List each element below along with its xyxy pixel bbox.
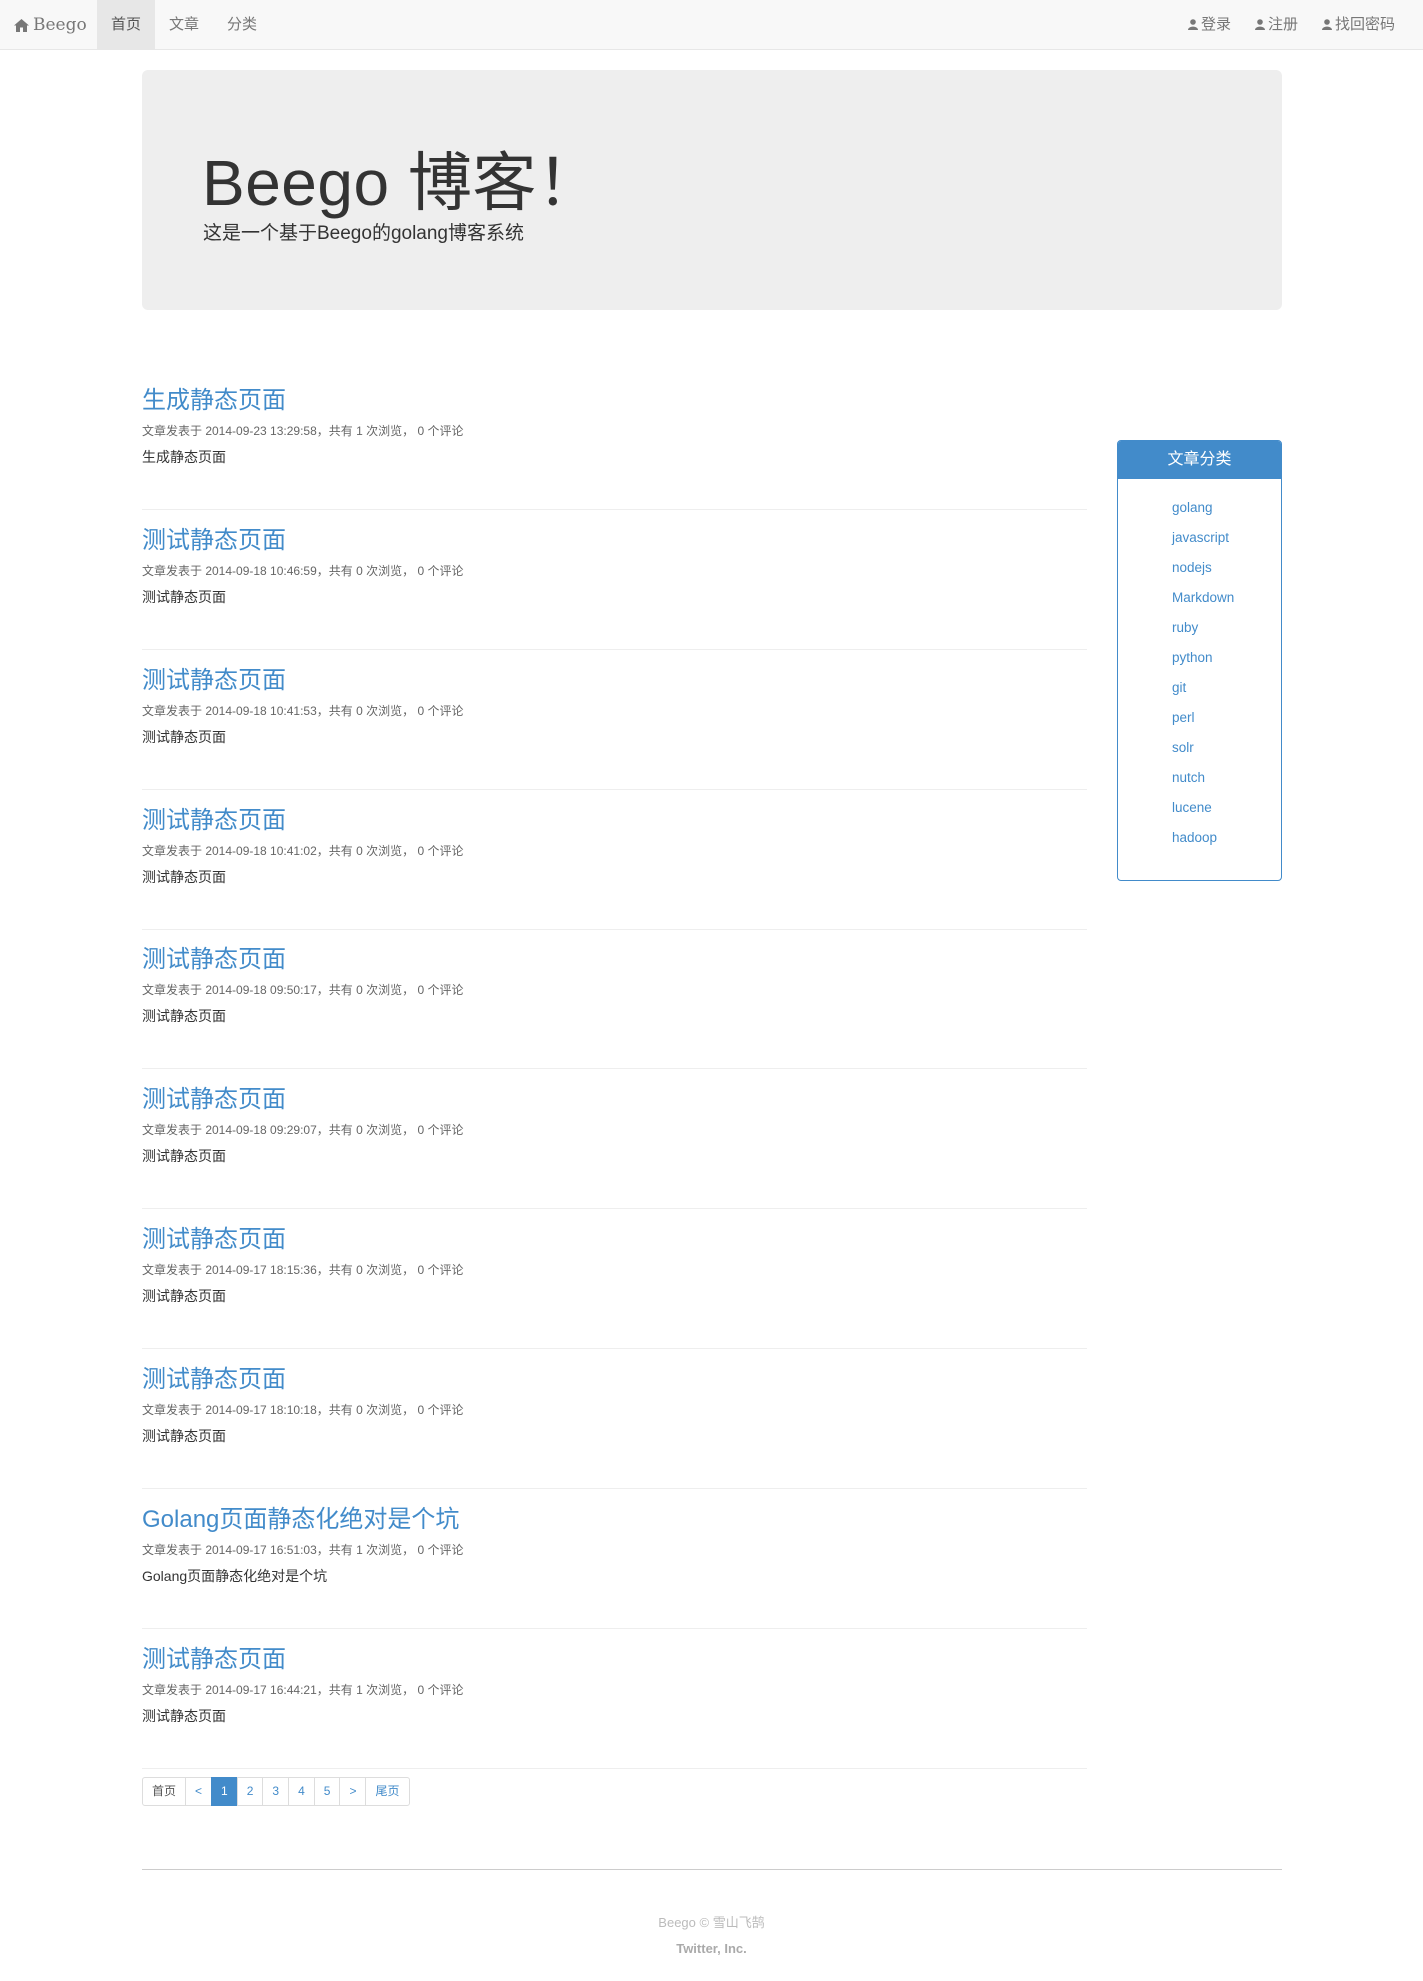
home-icon bbox=[14, 2, 29, 52]
post-meta: 文章发表于 2014-09-18 09:29:07，共有 0 次浏览， 0 个评… bbox=[142, 1123, 464, 1137]
post-summary: 测试静态页面 bbox=[142, 1008, 226, 1024]
post-title-link[interactable]: 测试静态页面 bbox=[142, 520, 286, 555]
category-link-javascript[interactable]: javascript bbox=[1172, 523, 1281, 553]
nav-item-login[interactable]: 登录 bbox=[1176, 0, 1243, 50]
page-prev-button[interactable]: < bbox=[185, 1777, 213, 1806]
post-title-link[interactable]: 测试静态页面 bbox=[142, 1079, 286, 1114]
page-next-button[interactable]: > bbox=[339, 1777, 367, 1806]
post-title-link[interactable]: 生成静态页面 bbox=[142, 380, 286, 415]
post-title-link[interactable]: 测试静态页面 bbox=[142, 1639, 286, 1674]
post-item: 测试静态页面 文章发表于 2014-09-18 09:50:17，共有 0 次浏… bbox=[142, 929, 1087, 1069]
post-summary: 测试静态页面 bbox=[142, 1428, 226, 1444]
category-link-solr[interactable]: solr bbox=[1172, 733, 1281, 763]
pagination: 首页 < 1 2 3 4 5 > 尾页 bbox=[142, 1777, 410, 1806]
category-list: golang javascript nodejs Markdown ruby p… bbox=[1118, 479, 1281, 853]
register-label: 注册 bbox=[1267, 16, 1298, 33]
category-link-python[interactable]: python bbox=[1172, 643, 1281, 673]
post-meta: 文章发表于 2014-09-17 18:10:18，共有 0 次浏览， 0 个评… bbox=[142, 1403, 464, 1417]
post-item: 测试静态页面 文章发表于 2014-09-18 10:41:53，共有 0 次浏… bbox=[142, 650, 1087, 790]
page-number-button[interactable]: 3 bbox=[262, 1777, 290, 1806]
top-navbar: Beego 首页 文章 分类 登录 注册 找回密码 bbox=[0, 0, 1423, 50]
post-meta: 文章发表于 2014-09-23 13:29:58，共有 1 次浏览， 0 个评… bbox=[142, 424, 464, 438]
post-meta: 文章发表于 2014-09-17 16:51:03，共有 1 次浏览， 0 个评… bbox=[142, 1543, 464, 1557]
category-panel: 文章分类 golang javascript nodejs Markdown r… bbox=[1117, 440, 1282, 881]
nav-item-articles[interactable]: 文章 bbox=[155, 0, 213, 50]
category-link-markdown[interactable]: Markdown bbox=[1172, 583, 1281, 613]
post-summary: 生成静态页面 bbox=[142, 449, 226, 465]
login-label: 登录 bbox=[1200, 16, 1231, 33]
footer-divider bbox=[142, 1869, 1282, 1870]
brand-label: Beego bbox=[33, 15, 87, 35]
hero-banner: Beego 博客！ 这是一个基于Beego的golang博客系统 bbox=[142, 70, 1282, 310]
page-number-button[interactable]: 5 bbox=[313, 1777, 341, 1806]
post-item: 测试静态页面 文章发表于 2014-09-18 10:41:02，共有 0 次浏… bbox=[142, 790, 1087, 930]
post-item: 测试静态页面 文章发表于 2014-09-17 18:15:36，共有 0 次浏… bbox=[142, 1209, 1087, 1349]
nav-item-home[interactable]: 首页 bbox=[97, 0, 156, 50]
category-link-ruby[interactable]: ruby bbox=[1172, 613, 1281, 643]
brand-link[interactable]: Beego bbox=[14, 0, 87, 50]
post-meta: 文章发表于 2014-09-17 16:44:21，共有 1 次浏览， 0 个评… bbox=[142, 1683, 464, 1697]
user-icon bbox=[1187, 1, 1198, 51]
page-first-button[interactable]: 首页 bbox=[142, 1777, 187, 1806]
post-summary: 测试静态页面 bbox=[142, 1148, 226, 1164]
footer-company: Twitter, Inc. bbox=[676, 1941, 747, 1956]
post-meta: 文章发表于 2014-09-18 10:41:02，共有 0 次浏览， 0 个评… bbox=[142, 844, 464, 858]
user-icon bbox=[1254, 1, 1265, 51]
post-item: 测试静态页面 文章发表于 2014-09-17 18:10:18，共有 0 次浏… bbox=[142, 1349, 1087, 1489]
category-panel-title: 文章分类 bbox=[1118, 441, 1281, 479]
category-link-nodejs[interactable]: nodejs bbox=[1172, 553, 1281, 583]
category-link-nutch[interactable]: nutch bbox=[1172, 763, 1281, 793]
main-nav: 首页 文章 分类 bbox=[97, 0, 271, 50]
recover-password-label: 找回密码 bbox=[1334, 16, 1395, 33]
category-link-lucene[interactable]: lucene bbox=[1172, 793, 1281, 823]
post-item: Golang页面静态化绝对是个坑 文章发表于 2014-09-17 16:51:… bbox=[142, 1489, 1087, 1629]
post-meta: 文章发表于 2014-09-18 09:50:17，共有 0 次浏览， 0 个评… bbox=[142, 983, 464, 997]
post-meta: 文章发表于 2014-09-17 18:15:36，共有 0 次浏览， 0 个评… bbox=[142, 1263, 464, 1277]
post-title-link[interactable]: 测试静态页面 bbox=[142, 1359, 286, 1394]
post-item: 测试静态页面 文章发表于 2014-09-18 10:46:59，共有 0 次浏… bbox=[142, 510, 1087, 650]
nav-item-register[interactable]: 注册 bbox=[1243, 0, 1310, 50]
page-number-button[interactable]: 4 bbox=[288, 1777, 315, 1806]
post-summary: 测试静态页面 bbox=[142, 869, 226, 885]
post-summary: 测试静态页面 bbox=[142, 729, 226, 745]
post-title-link[interactable]: 测试静态页面 bbox=[142, 1219, 286, 1254]
post-item: 测试静态页面 文章发表于 2014-09-18 09:29:07，共有 0 次浏… bbox=[142, 1069, 1087, 1209]
post-title-link[interactable]: 测试静态页面 bbox=[142, 939, 286, 974]
nav-item-categories[interactable]: 分类 bbox=[213, 0, 271, 50]
post-summary: 测试静态页面 bbox=[142, 1288, 226, 1304]
nav-item-recover-password[interactable]: 找回密码 bbox=[1310, 0, 1407, 50]
category-link-golang[interactable]: golang bbox=[1172, 493, 1281, 523]
category-link-git[interactable]: git bbox=[1172, 673, 1281, 703]
post-title-link[interactable]: 测试静态页面 bbox=[142, 660, 286, 695]
post-title-link[interactable]: Golang页面静态化绝对是个坑 bbox=[142, 1499, 459, 1534]
post-title-link[interactable]: 测试静态页面 bbox=[142, 800, 286, 835]
page-number-button[interactable]: 2 bbox=[236, 1777, 264, 1806]
post-meta: 文章发表于 2014-09-18 10:46:59，共有 0 次浏览， 0 个评… bbox=[142, 564, 464, 578]
page-last-button[interactable]: 尾页 bbox=[365, 1777, 410, 1806]
post-item: 测试静态页面 文章发表于 2014-09-17 16:44:21，共有 1 次浏… bbox=[142, 1629, 1087, 1769]
post-meta: 文章发表于 2014-09-18 10:41:53，共有 0 次浏览， 0 个评… bbox=[142, 704, 464, 718]
post-item: 生成静态页面 文章发表于 2014-09-23 13:29:58，共有 1 次浏… bbox=[142, 370, 1087, 510]
post-summary: 测试静态页面 bbox=[142, 589, 226, 605]
page-number-button[interactable]: 1 bbox=[211, 1777, 238, 1806]
user-nav: 登录 注册 找回密码 bbox=[1176, 0, 1407, 50]
category-link-hadoop[interactable]: hadoop bbox=[1172, 823, 1281, 853]
user-icon bbox=[1321, 1, 1332, 51]
category-link-perl[interactable]: perl bbox=[1172, 703, 1281, 733]
hero-title: Beego 博客！ bbox=[202, 147, 602, 219]
footer-copyright: Beego © 雪山飞鹄 bbox=[658, 1915, 765, 1930]
hero-subtitle: 这是一个基于Beego的golang博客系统 bbox=[203, 223, 524, 244]
post-summary: Golang页面静态化绝对是个坑 bbox=[142, 1568, 328, 1584]
post-summary: 测试静态页面 bbox=[142, 1708, 226, 1724]
